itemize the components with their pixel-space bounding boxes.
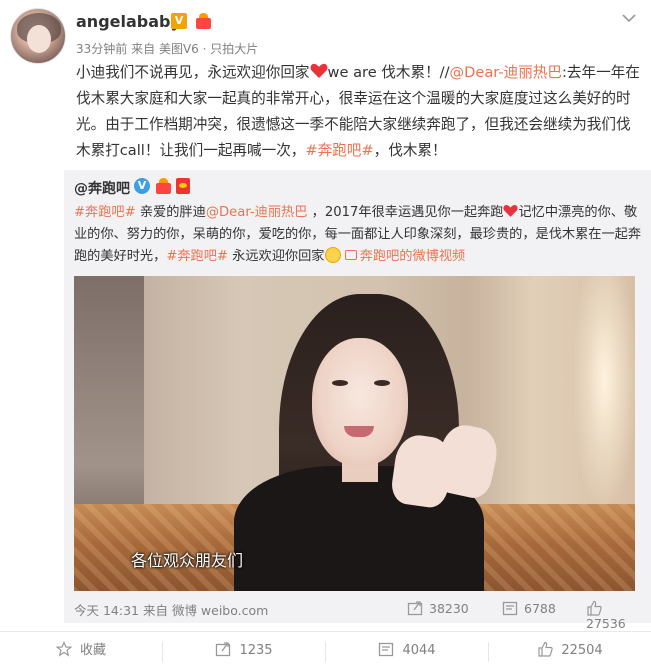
video-link[interactable]: 奔跑吧的微博视频 (344, 249, 466, 264)
repost-text-part: 永远欢迎你回家 (227, 249, 325, 264)
post-source[interactable]: 美图V6 · 只拍大片 (159, 42, 258, 56)
comment-icon (379, 642, 394, 657)
star-icon (55, 641, 73, 657)
repost-count[interactable]: 38230 (407, 600, 469, 616)
gift-badge-icon[interactable] (194, 12, 214, 30)
favorite-label: 收藏 (79, 643, 106, 658)
post-text-part: ，伐木累！ (373, 142, 447, 159)
hug-emoji-icon (324, 247, 341, 263)
reposted-content: @奔跑吧 V #奔跑吧# 亲爱的胖迪@Dear-迪丽热巴 ，2017年很幸运遇见… (64, 170, 651, 631)
repost-text-part: ，2017年很幸运遇见你一起奔跑 (307, 205, 504, 220)
repost-username[interactable]: @奔跑吧 (74, 178, 130, 198)
hashtag-link[interactable]: #奔跑吧# (166, 249, 228, 264)
repost-button[interactable]: 1235 (163, 632, 325, 671)
hashtag-link[interactable]: #奔跑吧# (305, 142, 373, 159)
mention-link[interactable]: @Dear-迪丽热巴 (206, 205, 308, 220)
video-player[interactable]: 各位观众朋友们 (74, 276, 635, 591)
like-button[interactable]: 22504 (489, 632, 651, 671)
post-text: 小迪我们不说再见，永远欢迎你回家 we are 伐木累！//@Dear-迪丽热巴:… (76, 60, 640, 164)
weibo-post-card: angelababy V 33分钟前 来自 美图V6 · 只拍大片 小迪我们不说… (0, 0, 651, 671)
video-link-label: 奔跑吧的微博视频 (359, 249, 466, 264)
thumbs-up-icon (538, 641, 554, 657)
like-button-count: 22504 (561, 643, 603, 658)
comment-button-count: 4044 (402, 643, 436, 658)
chevron-down-icon[interactable] (621, 10, 637, 24)
action-bar: 收藏 1235 4044 22504 (0, 631, 651, 671)
favorite-button[interactable]: 收藏 (0, 632, 162, 671)
comment-count-value: 6788 (524, 601, 556, 616)
post-from-label: 来自 (131, 42, 156, 56)
user-avatar[interactable] (10, 8, 66, 64)
repost-count-value: 38230 (429, 601, 469, 616)
video-subtitle: 各位观众朋友们 (131, 551, 244, 570)
thumbs-up-icon (587, 600, 602, 616)
like-count-value: 27536 (586, 616, 626, 631)
hashtag-link[interactable]: #奔跑吧# (74, 205, 136, 220)
post-username[interactable]: angelababy (76, 12, 181, 31)
comment-button[interactable]: 4044 (326, 632, 488, 671)
post-text-part: we are 伐木累！// (327, 64, 450, 81)
post-text-part: 小迪我们不说再见，永远欢迎你回家 (76, 64, 310, 81)
heart-emoji-icon (503, 205, 518, 217)
comment-icon (502, 601, 518, 616)
repost-time-source[interactable]: 今天 14:31 来自 微博 weibo.com (74, 600, 268, 619)
post-meta: 33分钟前 来自 美图V6 · 只拍大片 (76, 40, 258, 57)
repost-button-count: 1235 (239, 643, 273, 658)
comment-count[interactable]: 6788 (502, 600, 556, 616)
gift-badge-icon[interactable] (154, 177, 174, 195)
post-time[interactable]: 33分钟前 (76, 42, 127, 56)
verified-v-badge-icon[interactable]: V (171, 13, 187, 29)
repost-icon (216, 642, 231, 657)
like-count[interactable]: 27536 (586, 600, 644, 631)
repost-icon (407, 601, 423, 616)
repost-footer: 今天 14:31 来自 微博 weibo.com 38230 6788 2753… (74, 600, 644, 631)
video-icon (344, 250, 357, 260)
heart-emoji-icon (310, 63, 327, 78)
repost-text-part: 亲爱的胖迪 (135, 205, 206, 220)
repost-text: #奔跑吧# 亲爱的胖迪@Dear-迪丽热巴 ，2017年很幸运遇见你一起奔跑 记忆… (74, 202, 644, 268)
red-envelope-badge-icon[interactable] (176, 178, 190, 194)
blue-verified-badge-icon[interactable]: V (134, 178, 150, 194)
mention-link[interactable]: @Dear-迪丽热巴 (450, 64, 562, 81)
